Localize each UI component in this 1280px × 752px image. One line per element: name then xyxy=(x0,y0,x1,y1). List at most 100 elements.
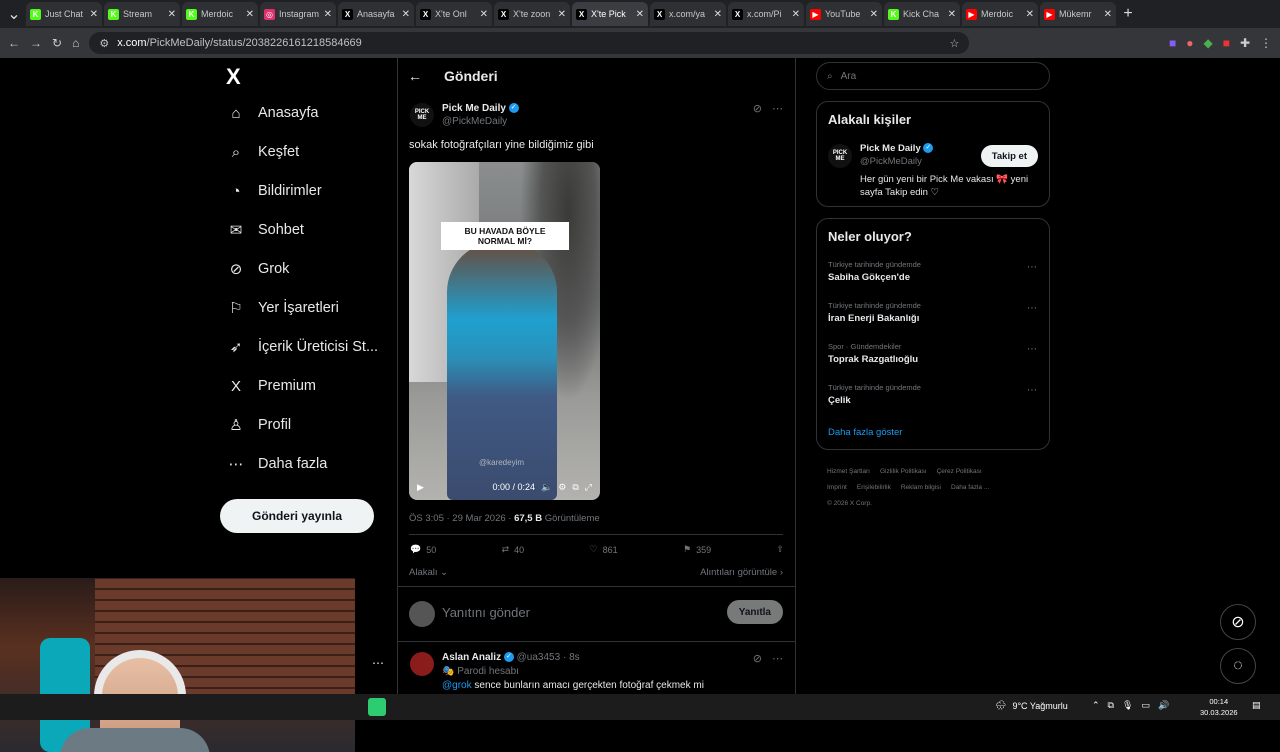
back-icon[interactable]: ← xyxy=(8,36,20,50)
browser-tab[interactable]: K Kick Cha ✕ xyxy=(884,2,960,26)
browser-tab[interactable]: K Stream ✕ xyxy=(104,2,180,26)
nav-item-6[interactable]: ➶ İçerik Üreticisi St... xyxy=(228,339,378,356)
nav-item-3[interactable]: ✉ Sohbet xyxy=(228,222,304,239)
footer-link[interactable]: Gizlilik Politikası xyxy=(880,468,927,475)
post-timestamp[interactable]: ÖS 3:05 · 29 Mar 2026 · xyxy=(409,513,514,524)
chevron-up-icon[interactable]: ⌃ xyxy=(1092,700,1100,711)
search-input[interactable]: ⌕ Ara xyxy=(816,62,1050,90)
footer-link[interactable]: © 2026 X Corp. xyxy=(827,500,872,507)
footer-link[interactable]: Hizmet Şartları xyxy=(827,468,870,475)
browser-tab[interactable]: X X'te Pick ✕ xyxy=(572,2,648,26)
new-tab-button[interactable]: + xyxy=(1118,4,1138,24)
reply-action[interactable]: 💬 50 xyxy=(410,544,436,555)
footer-link[interactable]: Imprint xyxy=(827,484,847,491)
more-options-icon[interactable]: ⋯ xyxy=(772,102,783,115)
weather-widget[interactable]: 🌧 9°C Yağmurlu xyxy=(995,700,1068,711)
menu-icon[interactable]: ⋮ xyxy=(1260,36,1272,50)
close-icon[interactable]: ✕ xyxy=(1104,9,1112,20)
nav-item-1[interactable]: ⌕ Keşfet xyxy=(228,144,299,161)
nav-item-2[interactable]: ◔ Bildirimler xyxy=(228,183,321,200)
avatar[interactable]: PICK ME xyxy=(410,103,434,127)
reply-author-handle[interactable]: @ua3453 xyxy=(517,652,561,663)
browser-tab[interactable]: K Merdoic ✕ xyxy=(182,2,258,26)
reply-time[interactable]: 8s xyxy=(569,652,580,663)
more-options-icon[interactable]: ⋯ xyxy=(1027,303,1037,314)
author-name[interactable]: Pick Me Daily xyxy=(442,103,506,114)
grok-icon[interactable]: ⊘ xyxy=(753,652,762,665)
trend-item[interactable]: Türkiye tarihinde gündemde Sabiha Gökçen'… xyxy=(828,260,921,283)
close-icon[interactable]: ✕ xyxy=(324,9,332,20)
footer-link[interactable]: Daha fazla ... xyxy=(951,484,989,491)
pip-icon[interactable]: ⧉ xyxy=(572,482,578,493)
puzzle-icon[interactable]: ✚ xyxy=(1240,36,1250,50)
person-name[interactable]: Pick Me Daily xyxy=(860,143,921,154)
more-options-icon[interactable]: ⋯ xyxy=(772,652,783,665)
settings-icon[interactable]: ⚙ xyxy=(558,482,566,493)
grok-icon[interactable]: ⊘ xyxy=(753,102,762,115)
volume-icon[interactable]: 🔊 xyxy=(1158,700,1169,711)
bookmark-star-icon[interactable]: ☆ xyxy=(949,37,959,50)
close-icon[interactable]: ✕ xyxy=(714,9,722,20)
more-options-icon[interactable]: ⋯ xyxy=(372,656,384,670)
volume-icon[interactable]: 🔈 xyxy=(541,482,552,493)
close-icon[interactable]: ✕ xyxy=(90,9,98,20)
close-icon[interactable]: ✕ xyxy=(1026,9,1034,20)
more-options-icon[interactable]: ⋯ xyxy=(1027,385,1037,396)
bookmark-action[interactable]: ⚑ 359 xyxy=(683,544,711,555)
share-icon[interactable]: ⇪ xyxy=(776,544,784,555)
fullscreen-icon[interactable]: ⤢ xyxy=(585,482,592,493)
like-action[interactable]: ♡ 861 xyxy=(590,544,618,555)
tray-icon[interactable]: ⧉ xyxy=(1108,700,1114,711)
back-arrow-icon[interactable]: ← xyxy=(408,68,422,84)
browser-tab[interactable]: ◎ Instagram ✕ xyxy=(260,2,336,26)
nav-item-8[interactable]: ♙ Profil xyxy=(228,417,291,434)
nav-item-5[interactable]: ⚐ Yer İşaretleri xyxy=(228,300,339,317)
browser-tab[interactable]: ▶ Mükemr ✕ xyxy=(1040,2,1116,26)
nav-item-4[interactable]: ⊘ Grok xyxy=(228,261,290,278)
x-logo-icon[interactable]: X xyxy=(226,64,241,90)
more-options-icon[interactable]: ⋯ xyxy=(1027,262,1037,273)
home-icon[interactable]: ⌂ xyxy=(72,36,79,50)
forward-icon[interactable]: → xyxy=(30,36,42,50)
play-icon[interactable]: ▶ xyxy=(417,482,424,493)
shield-extension-icon[interactable]: ◆ xyxy=(1203,36,1212,50)
clock[interactable]: 00:14 30.03.2026 xyxy=(1200,696,1238,718)
close-icon[interactable]: ✕ xyxy=(480,9,488,20)
app-icon[interactable] xyxy=(368,698,386,716)
reply-author-name[interactable]: Aslan Analiz xyxy=(442,652,501,663)
nav-item-0[interactable]: ⌂ Anasayfa xyxy=(228,105,318,122)
browser-tab[interactable]: X Anasayfa ✕ xyxy=(338,2,414,26)
footer-link[interactable]: Erişilebilirlik xyxy=(857,484,891,491)
extension-icon[interactable]: ● xyxy=(1186,36,1193,50)
browser-tab[interactable]: X X'te zoon ✕ xyxy=(494,2,570,26)
mention-link[interactable]: @grok xyxy=(442,680,472,691)
tab-search-icon[interactable]: ⌄ xyxy=(4,4,24,24)
post-video[interactable]: BU HAVADA BÖYLE NORMAL Mİ? @karedeyim ▶ … xyxy=(409,162,600,500)
follow-button[interactable]: Takip et xyxy=(980,145,1038,167)
extension-icon[interactable]: ■ xyxy=(1169,36,1176,50)
adblock-icon[interactable]: ■ xyxy=(1223,36,1230,50)
close-icon[interactable]: ✕ xyxy=(792,9,800,20)
trend-item[interactable]: Türkiye tarihinde gündemde İran Enerji Ba… xyxy=(828,301,921,324)
nav-item-7[interactable]: X Premium xyxy=(228,378,316,395)
close-icon[interactable]: ✕ xyxy=(168,9,176,20)
reply-input[interactable]: Yanıtını gönder xyxy=(442,605,530,620)
nav-item-9[interactable]: ⋯ Daha fazla xyxy=(228,456,328,473)
browser-tab[interactable]: K Just Chat ✕ xyxy=(26,2,102,26)
browser-tab[interactable]: X X'te Onl ✕ xyxy=(416,2,492,26)
trend-item[interactable]: Türkiye tarihinde gündemde Çelik xyxy=(828,383,921,406)
avatar[interactable]: PICK ME xyxy=(828,144,852,168)
more-options-icon[interactable]: ⋯ xyxy=(1027,344,1037,355)
show-more-link[interactable]: Daha fazla göster xyxy=(828,427,902,438)
close-icon[interactable]: ✕ xyxy=(636,9,644,20)
address-bar[interactable]: ⚙ x.com/PickMeDaily/status/2038226161218… xyxy=(89,32,970,54)
post-author[interactable]: PICK ME Pick Me Daily ✓ @PickMeDaily xyxy=(410,103,519,127)
relevance-dropdown[interactable]: Alakalı ⌄ xyxy=(409,567,448,578)
person-handle[interactable]: @PickMeDaily xyxy=(860,156,933,167)
reply-post[interactable]: Aslan Analiz ✓ @ua3453 · 8s 🎭 Parodi hes… xyxy=(410,652,704,691)
avatar[interactable] xyxy=(410,652,434,676)
quotes-link[interactable]: Alıntıları görüntüle › xyxy=(700,567,783,578)
browser-tab[interactable]: ▶ YouTube ✕ xyxy=(806,2,882,26)
post-button[interactable]: Gönderi yayınla xyxy=(220,499,374,533)
reload-icon[interactable]: ↻ xyxy=(52,36,62,50)
